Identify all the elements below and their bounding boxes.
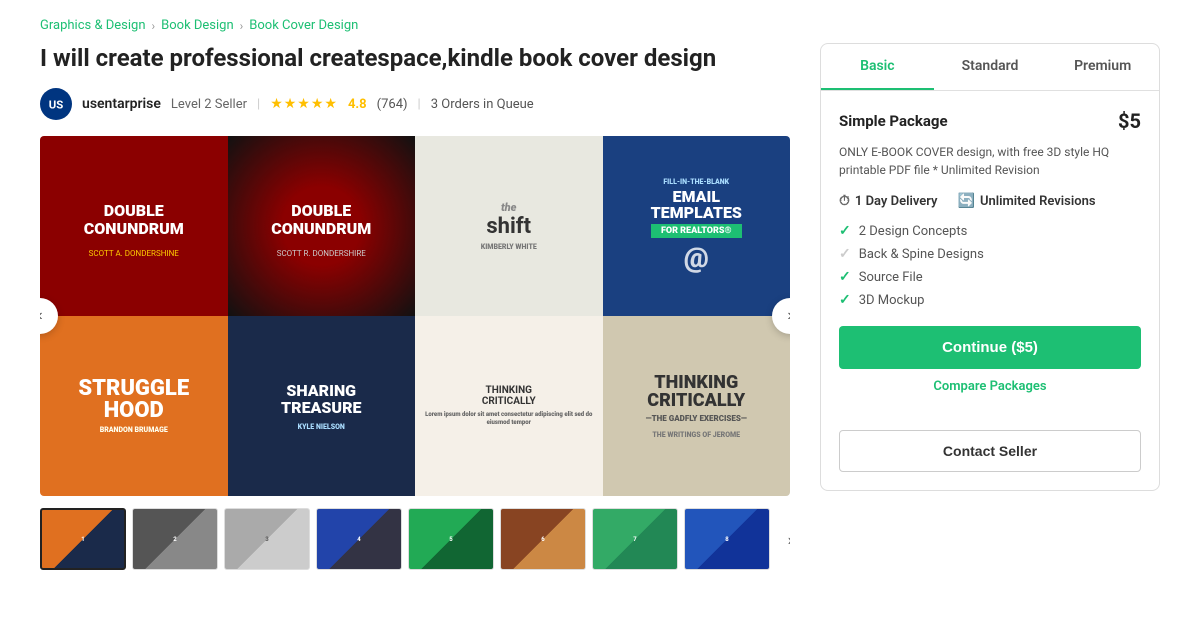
compare-packages-link[interactable]: Compare Packages (839, 379, 1141, 394)
breadcrumb-book-design[interactable]: Book Design (161, 18, 234, 33)
book-cover-8: THINKINGCRITICALLY —THE GADFLY EXERCISES… (603, 316, 791, 496)
breadcrumb-book-cover-design[interactable]: Book Cover Design (249, 18, 358, 33)
package-tabs: Basic Standard Premium (821, 44, 1159, 91)
thumbnail-4[interactable]: 4 (316, 508, 402, 570)
seller-level: Level 2 Seller (171, 97, 247, 112)
revisions-icon: 🔄 (958, 193, 975, 209)
tab-premium[interactable]: Premium (1046, 44, 1159, 90)
features-list: ✓ 2 Design Concepts ✓ Back & Spine Desig… (839, 223, 1141, 308)
gig-title: I will create professional createspace,k… (40, 43, 790, 74)
svg-text:US: US (49, 98, 63, 112)
seller-name[interactable]: usentarprise (82, 96, 161, 112)
package-name: Simple Package (839, 112, 948, 130)
tab-standard[interactable]: Standard (934, 44, 1047, 90)
feature-label-3: Source File (859, 270, 923, 285)
thumbnail-5[interactable]: 5 (408, 508, 494, 570)
book-cover-1: DOUBLECONUNDRUM SCOTT A. DONDERSHINE (40, 136, 228, 316)
tab-basic[interactable]: Basic (821, 44, 934, 90)
book-cover-4: FILL-IN-THE-BLANK EMAILTEMPLATES FOR REA… (603, 136, 791, 316)
thumbnail-strip: 1 2 3 4 5 6 7 8 › (40, 508, 790, 570)
delivery-days-label: 1 Day Delivery (855, 194, 938, 209)
delivery-row: ⏱ 1 Day Delivery 🔄 Unlimited Revisions (839, 193, 1141, 209)
check-icon-1: ✓ (839, 223, 851, 239)
feature-3d-mockup: ✓ 3D Mockup (839, 292, 1141, 308)
breadcrumb-graphics-design[interactable]: Graphics & Design (40, 18, 146, 33)
book-cover-7: THINKINGCRITICALLY Lorem ipsum dolor sit… (415, 316, 603, 496)
feature-back-spine: ✓ Back & Spine Designs (839, 246, 1141, 262)
thumbnail-3[interactable]: 3 (224, 508, 310, 570)
book-cover-2: DOUBLECONUNDRUM SCOTT R. DONDERSHIRE (228, 136, 416, 316)
check-icon-4: ✓ (839, 292, 851, 308)
book-mosaic: DOUBLECONUNDRUM SCOTT A. DONDERSHINE DOU… (40, 136, 790, 496)
orders-queue: 3 Orders in Queue (431, 97, 534, 112)
feature-label-4: 3D Mockup (859, 293, 925, 308)
review-count: (764) (377, 97, 408, 112)
rating-value: 4.8 (348, 97, 367, 112)
feature-label-1: 2 Design Concepts (859, 224, 968, 239)
feature-label-2: Back & Spine Designs (859, 247, 984, 262)
breadcrumb: Graphics & Design › Book Design › Book C… (0, 0, 1200, 43)
left-section: I will create professional createspace,k… (40, 43, 790, 570)
check-icon-3: ✓ (839, 269, 851, 285)
thumbnail-8[interactable]: 8 (684, 508, 770, 570)
main-image-container: DOUBLECONUNDRUM SCOTT A. DONDERSHINE DOU… (40, 136, 790, 496)
feature-design-concepts: ✓ 2 Design Concepts (839, 223, 1141, 239)
package-panel: Basic Standard Premium Simple Package $5… (820, 43, 1160, 491)
package-price: $5 (1118, 109, 1141, 133)
thumbnail-next-arrow[interactable]: › (776, 508, 790, 570)
revisions-label: Unlimited Revisions (980, 194, 1096, 209)
book-cover-3: the shift KIMBERLY WHITE (415, 136, 603, 316)
delivery-days: ⏱ 1 Day Delivery (839, 193, 938, 209)
breadcrumb-sep-2: › (240, 19, 244, 33)
seller-info: US usentarprise Level 2 Seller | ★★★★★ 4… (40, 88, 790, 120)
delivery-revisions: 🔄 Unlimited Revisions (958, 193, 1096, 209)
feature-source-file: ✓ Source File (839, 269, 1141, 285)
book-cover-6: SHARINGTREASURE KYLE NIELSON (228, 316, 416, 496)
package-content: Simple Package $5 ONLY E-BOOK COVER desi… (821, 91, 1159, 430)
thumbnail-6[interactable]: 6 (500, 508, 586, 570)
book-cover-5: STRUGGLEHOOD BRANDON BRUMAGE (40, 316, 228, 496)
breadcrumb-sep-1: › (152, 19, 156, 33)
package-description: ONLY E-BOOK COVER design, with free 3D s… (839, 143, 1141, 179)
clock-icon: ⏱ (839, 193, 850, 209)
thumbnail-7[interactable]: 7 (592, 508, 678, 570)
check-icon-2: ✓ (839, 246, 851, 262)
continue-button[interactable]: Continue ($5) (839, 326, 1141, 369)
thumbnail-1[interactable]: 1 (40, 508, 126, 570)
avatar: US (40, 88, 72, 120)
thumbnail-2[interactable]: 2 (132, 508, 218, 570)
star-icons: ★★★★★ (270, 96, 338, 112)
contact-seller-button[interactable]: Contact Seller (839, 430, 1141, 472)
package-header: Simple Package $5 (839, 109, 1141, 133)
